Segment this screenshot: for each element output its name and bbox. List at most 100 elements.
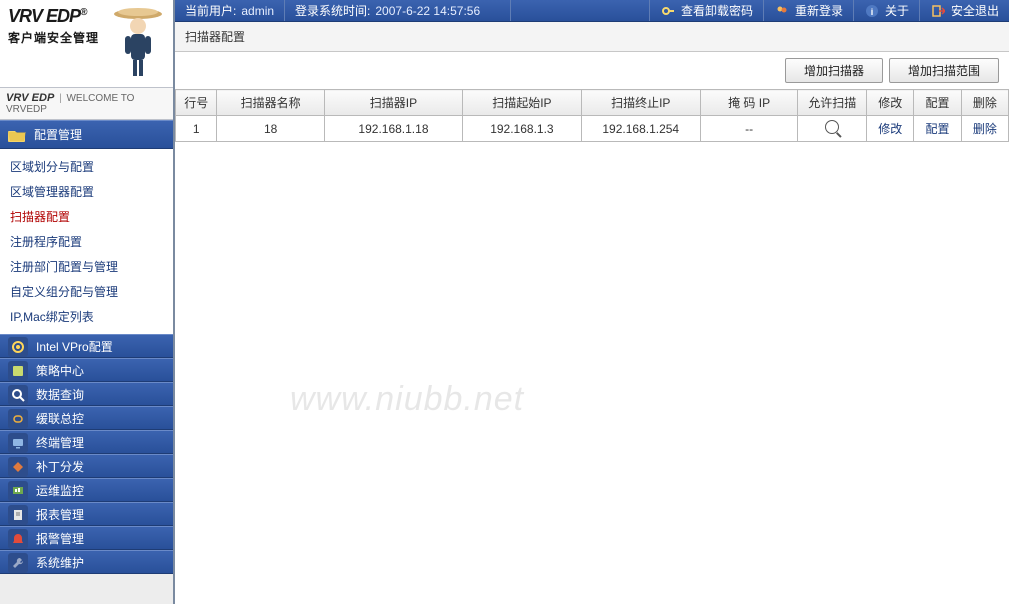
th-allow: 允许扫描 [798,90,867,116]
patch-icon [8,457,28,477]
alarm-icon [8,529,28,549]
th-start-ip: 扫描起始IP [463,90,582,116]
th-delete: 删除 [961,90,1008,116]
cell-name: 18 [217,116,324,142]
nav-link-area-manager[interactable]: 区域管理器配置 [6,182,167,201]
cell-mask-ip: -- [700,116,798,142]
nav-module-label: 补丁分发 [36,460,84,474]
nav-header-label: 配置管理 [34,126,82,143]
topbar-about[interactable]: i 关于 [853,0,919,21]
welcome-sep: | [59,93,62,104]
nav-module-ops[interactable]: 运维监控 [0,478,173,502]
nav-module-label: 报警管理 [36,532,84,546]
nav-link-ip-mac[interactable]: IP,Mac绑定列表 [6,307,167,326]
folder-icon [8,127,26,143]
th-name: 扫描器名称 [217,90,324,116]
scanner-table: 行号 扫描器名称 扫描器IP 扫描起始IP 扫描终止IP 掩 码 IP 允许扫描… [175,89,1009,142]
cell-start-ip: 192.168.1.3 [463,116,582,142]
topbar-login-time: 登录系统时间: 2007-6-22 14:57:56 [285,0,511,21]
nav-link-reg-dept[interactable]: 注册部门配置与管理 [6,257,167,276]
cell-config: 配置 [914,116,961,142]
relogin-label: 重新登录 [795,2,843,19]
nav-module-label: 数据查询 [36,388,84,402]
table-header-row: 行号 扫描器名称 扫描器IP 扫描起始IP 扫描终止IP 掩 码 IP 允许扫描… [176,90,1009,116]
sidebar: VRV EDP® 客户端安全管理 VRV EDP | WELCOME TO [0,0,175,604]
user-value: admin [241,4,274,18]
th-edit: 修改 [867,90,914,116]
cell-edit: 修改 [867,116,914,142]
info-icon: i [864,3,880,19]
brand-reg: ® [80,7,86,18]
nav-modules: Intel VPro配置 策略中心 数据查询 缓联总控 终端管理 补丁分发 [0,334,173,574]
svg-text:i: i [871,7,874,17]
nav-link-area-partition[interactable]: 区域划分与配置 [6,157,167,176]
user-label: 当前用户: [185,2,236,19]
nav-module-system[interactable]: 系统维护 [0,550,173,574]
topbar: 当前用户: admin 登录系统时间: 2007-6-22 14:57:56 查… [175,0,1009,22]
terminal-icon [8,433,28,453]
page-title-text: 扫描器配置 [185,30,245,44]
th-row-no: 行号 [176,90,217,116]
logo-area: VRV EDP® 客户端安全管理 [0,0,173,88]
topbar-exit[interactable]: 安全退出 [919,0,1009,21]
th-end-ip: 扫描终止IP [581,90,700,116]
nav-module-label: 系统维护 [36,556,84,570]
nav-module-label: Intel VPro配置 [36,340,113,354]
th-ip: 扫描器IP [324,90,462,116]
topbar-view-uninstall-pwd[interactable]: 查看卸载密码 [649,0,763,21]
nav-module-policy[interactable]: 策略中心 [0,358,173,382]
cell-delete: 删除 [961,116,1008,142]
topbar-user: 当前用户: admin [175,0,285,21]
brand-mascot-icon [111,4,165,82]
action-row: 增加扫描器 增加扫描范围 [175,52,1009,89]
nav-links: 区域划分与配置 区域管理器配置 扫描器配置 注册程序配置 注册部门配置与管理 自… [0,149,173,334]
cell-allow[interactable] [798,116,867,142]
cell-row-no: 1 [176,116,217,142]
nav-module-data-query[interactable]: 数据查询 [0,382,173,406]
row-config-link[interactable]: 配置 [925,122,949,136]
nav-module-alarm[interactable]: 报警管理 [0,526,173,550]
cell-ip: 192.168.1.18 [324,116,462,142]
nav-module-label: 终端管理 [36,436,84,450]
nav-module-patch[interactable]: 补丁分发 [0,454,173,478]
login-label: 登录系统时间: [295,2,370,19]
nav-module-label: 运维监控 [36,484,84,498]
gear-icon [8,337,28,357]
main: 当前用户: admin 登录系统时间: 2007-6-22 14:57:56 查… [175,0,1009,604]
nav-link-custom-group[interactable]: 自定义组分配与管理 [6,282,167,301]
link-icon [8,409,28,429]
row-edit-link[interactable]: 修改 [878,122,902,136]
page-title: 扫描器配置 [175,22,1009,52]
nav-header-config[interactable]: 配置管理 [0,120,173,149]
magnifier-icon [825,120,839,134]
row-delete-link[interactable]: 删除 [973,122,997,136]
add-scan-range-button[interactable]: 增加扫描范围 [889,58,999,83]
nav-link-reg-program[interactable]: 注册程序配置 [6,232,167,251]
welcome-brand: VRV EDP [6,92,54,104]
login-value: 2007-6-22 14:57:56 [375,4,480,18]
policy-icon [8,361,28,381]
report-icon [8,505,28,525]
th-mask-ip: 掩 码 IP [700,90,798,116]
key-icon [660,3,676,19]
brand-title-text: VRV EDP [8,6,80,26]
th-config: 配置 [914,90,961,116]
table-wrap: 行号 扫描器名称 扫描器IP 扫描起始IP 扫描终止IP 掩 码 IP 允许扫描… [175,89,1009,142]
nav-module-label: 报表管理 [36,508,84,522]
nav-link-scanner-config[interactable]: 扫描器配置 [6,207,167,226]
exit-icon [930,3,946,19]
welcome-bar: VRV EDP | WELCOME TO VRVEDP [0,88,173,120]
nav-module-cascade[interactable]: 缓联总控 [0,406,173,430]
about-label: 关于 [885,2,909,19]
add-scanner-button[interactable]: 增加扫描器 [785,58,883,83]
search-icon [8,385,28,405]
wrench-icon [8,553,28,573]
view-pwd-label: 查看卸载密码 [681,2,753,19]
nav-module-intel-vpro[interactable]: Intel VPro配置 [0,334,173,358]
cell-end-ip: 192.168.1.254 [581,116,700,142]
nav-module-terminal[interactable]: 终端管理 [0,430,173,454]
topbar-relogin[interactable]: 重新登录 [763,0,853,21]
nav-module-report[interactable]: 报表管理 [0,502,173,526]
sidebar-spacer [0,574,173,604]
users-icon [774,3,790,19]
